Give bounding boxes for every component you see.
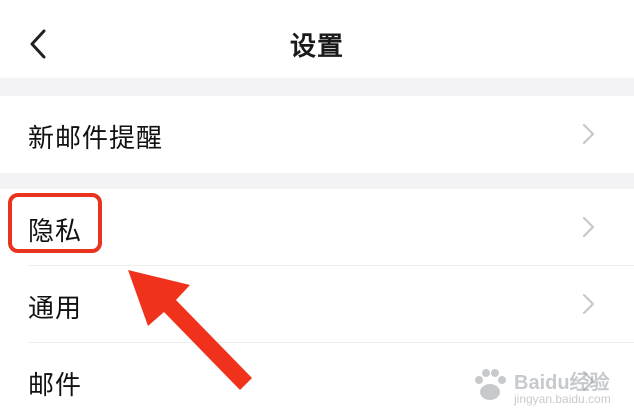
page-title: 设置 <box>289 32 344 62</box>
settings-screen: 设置 新邮件提醒 隐私 通用 邮件 Baidu经验 jingyan.baidu.… <box>0 0 634 420</box>
settings-item-mail[interactable]: 邮件 <box>0 343 634 420</box>
settings-item-label: 通用 <box>28 294 83 324</box>
navigation-bar: 设置 <box>0 0 634 78</box>
section-separator <box>0 173 634 189</box>
chevron-right-icon <box>582 123 595 145</box>
chevron-right-icon <box>582 370 595 392</box>
settings-item-new-mail-alert[interactable]: 新邮件提醒 <box>0 96 634 173</box>
settings-item-general[interactable]: 通用 <box>0 266 634 342</box>
settings-item-label: 邮件 <box>28 371 83 401</box>
settings-item-privacy[interactable]: 隐私 <box>0 189 634 265</box>
settings-item-label: 新邮件提醒 <box>28 124 164 154</box>
chevron-right-icon <box>582 293 595 315</box>
settings-item-label: 隐私 <box>28 217 83 247</box>
section-separator <box>0 78 634 96</box>
chevron-right-icon <box>582 216 595 238</box>
